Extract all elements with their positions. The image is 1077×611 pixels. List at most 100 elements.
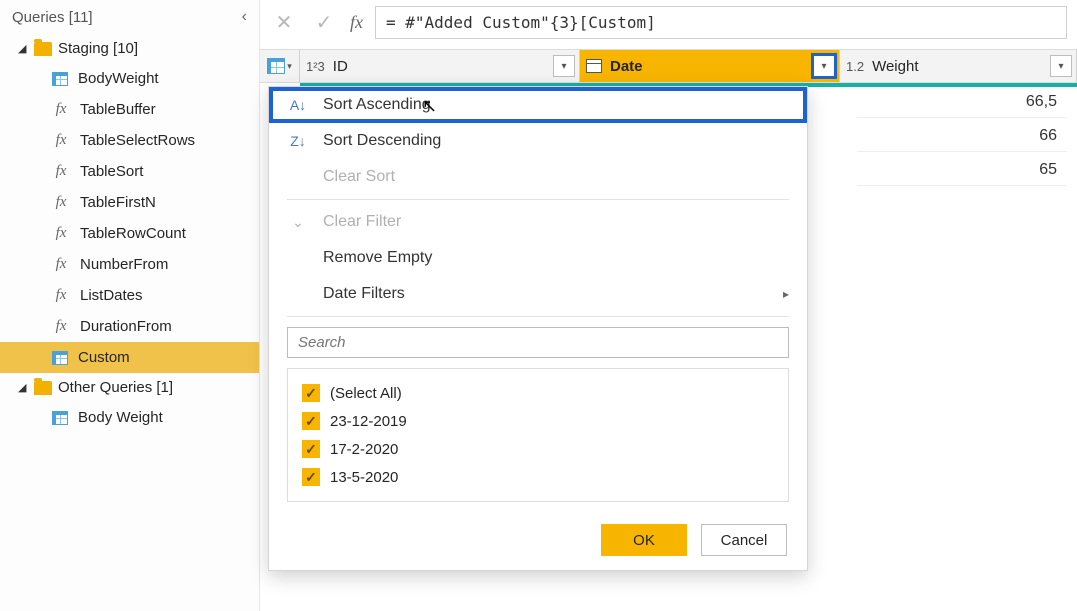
- column-filter-button[interactable]: ▾: [553, 55, 575, 77]
- tree-item-listdates[interactable]: fx ListDates: [0, 280, 259, 311]
- filter-option[interactable]: ✓ 17-2-2020: [300, 435, 776, 463]
- tree-item-label: Custom: [78, 349, 130, 366]
- number-type-icon: 1²3: [306, 59, 325, 74]
- menu-separator: [287, 316, 789, 317]
- menu-item-label: Clear Filter: [323, 213, 401, 231]
- tree-group-other[interactable]: ◢ Other Queries [1]: [0, 373, 259, 402]
- submenu-arrow-icon: ▸: [783, 287, 789, 301]
- column-header-weight[interactable]: 1.2 Weight ▾: [840, 50, 1077, 82]
- filter-search-input[interactable]: [287, 327, 789, 358]
- filter-option-label: 23-12-2019: [330, 413, 407, 430]
- folder-icon: [34, 381, 52, 395]
- formula-input[interactable]: = #"Added Custom"{3}[Custom]: [375, 6, 1067, 39]
- tree-item-custom[interactable]: Custom: [0, 342, 259, 373]
- tree-item-tablesort[interactable]: fx TableSort: [0, 156, 259, 187]
- table-icon: [52, 72, 68, 86]
- cell-weight[interactable]: 65: [857, 155, 1067, 186]
- function-icon: fx: [52, 194, 70, 211]
- column-header-date[interactable]: Date ▾: [580, 50, 840, 82]
- menu-remove-empty[interactable]: Remove Empty: [269, 240, 807, 276]
- group-label: Other Queries [1]: [58, 379, 173, 396]
- row-index-header[interactable]: ▾: [260, 50, 300, 82]
- fx-icon: fx: [350, 12, 363, 33]
- sort-desc-icon: Z↓: [287, 133, 309, 149]
- tree-item-label: TableBuffer: [80, 101, 156, 118]
- tree-item-label: NumberFrom: [80, 256, 168, 273]
- tree-item-label: BodyWeight: [78, 70, 159, 87]
- column-filter-button[interactable]: ▾: [813, 55, 835, 77]
- filter-option-label: 13-5-2020: [330, 469, 398, 486]
- group-label: Staging [10]: [58, 40, 138, 57]
- collapse-pane-icon[interactable]: ‹: [242, 8, 247, 26]
- function-icon: fx: [52, 132, 70, 149]
- caret-down-icon: ◢: [18, 42, 28, 55]
- function-icon: fx: [52, 225, 70, 242]
- cancel-formula-icon[interactable]: ✕: [270, 10, 298, 36]
- tree-item-label: Body Weight: [78, 409, 163, 426]
- decimal-type-icon: 1.2: [846, 59, 864, 74]
- filter-option-label: 17-2-2020: [330, 441, 398, 458]
- tree-item-tableselectrows[interactable]: fx TableSelectRows: [0, 125, 259, 156]
- filter-values-list: ✓ (Select All) ✓ 23-12-2019 ✓ 17-2-2020 …: [287, 368, 789, 502]
- column-label: Weight: [870, 58, 1044, 75]
- function-icon: fx: [52, 163, 70, 180]
- queries-sidebar: Queries [11] ‹ ◢ Staging [10] BodyWeight…: [0, 0, 260, 611]
- grid-header: ▾ 1²3 ID ▾ Date ▾ 1.2 Weight ▾: [260, 49, 1077, 83]
- tree-item-tablefirstn[interactable]: fx TableFirstN: [0, 187, 259, 218]
- menu-clear-sort: Clear Sort: [269, 159, 807, 195]
- tree-item-label: DurationFrom: [80, 318, 172, 335]
- cell-weight[interactable]: 66: [857, 121, 1067, 152]
- column-filter-menu: A↓ Sort Ascending Z↓ Sort Descending Cle…: [268, 86, 808, 571]
- menu-sort-ascending[interactable]: A↓ Sort Ascending: [269, 87, 807, 123]
- menu-sort-descending[interactable]: Z↓ Sort Descending: [269, 123, 807, 159]
- caret-down-icon: ◢: [18, 381, 28, 394]
- ok-button[interactable]: OK: [601, 524, 687, 556]
- tree-item-label: TableFirstN: [80, 194, 156, 211]
- tree-group-staging[interactable]: ◢ Staging [10]: [0, 34, 259, 63]
- commit-formula-icon[interactable]: ✓: [310, 10, 338, 36]
- cell-weight[interactable]: 66,5: [857, 87, 1067, 118]
- filter-option[interactable]: ✓ (Select All): [300, 379, 776, 407]
- cancel-button[interactable]: Cancel: [701, 524, 787, 556]
- menu-date-filters[interactable]: Date Filters ▸: [269, 276, 807, 312]
- checkbox-checked-icon[interactable]: ✓: [302, 384, 320, 402]
- tree-item-tablebuffer[interactable]: fx TableBuffer: [0, 94, 259, 125]
- table-icon: [267, 58, 285, 74]
- function-icon: fx: [52, 101, 70, 118]
- checkbox-checked-icon[interactable]: ✓: [302, 440, 320, 458]
- sort-asc-icon: A↓: [287, 97, 309, 113]
- folder-icon: [34, 42, 52, 56]
- clear-filter-icon: ⌄: [287, 214, 309, 231]
- filter-option[interactable]: ✓ 23-12-2019: [300, 407, 776, 435]
- tree-item-label: TableSelectRows: [80, 132, 195, 149]
- tree-item-tablerowcount[interactable]: fx TableRowCount: [0, 218, 259, 249]
- checkbox-checked-icon[interactable]: ✓: [302, 468, 320, 486]
- tree-item-body-weight[interactable]: Body Weight: [0, 402, 259, 433]
- column-label: Date: [608, 58, 807, 75]
- table-icon: [52, 411, 68, 425]
- checkbox-checked-icon[interactable]: ✓: [302, 412, 320, 430]
- menu-clear-filter: ⌄ Clear Filter: [269, 204, 807, 240]
- tree-item-bodyweight[interactable]: BodyWeight: [0, 63, 259, 94]
- table-icon: [52, 351, 68, 365]
- filter-option[interactable]: ✓ 13-5-2020: [300, 463, 776, 491]
- menu-item-label: Date Filters: [323, 285, 405, 303]
- function-icon: fx: [52, 287, 70, 304]
- function-icon: fx: [52, 256, 70, 273]
- menu-item-label: Remove Empty: [323, 249, 432, 267]
- tree-item-numberfrom[interactable]: fx NumberFrom: [0, 249, 259, 280]
- filter-option-label: (Select All): [330, 385, 402, 402]
- editor-main: ✕ ✓ fx = #"Added Custom"{3}[Custom] ▾ 1²…: [260, 0, 1077, 611]
- tree-item-durationfrom[interactable]: fx DurationFrom: [0, 311, 259, 342]
- queries-title: Queries [11]: [12, 9, 93, 26]
- function-icon: fx: [52, 318, 70, 335]
- menu-item-label: Clear Sort: [323, 168, 395, 186]
- menu-item-label: Sort Ascending: [323, 96, 431, 114]
- formula-bar: ✕ ✓ fx = #"Added Custom"{3}[Custom]: [260, 0, 1077, 49]
- tree-item-label: TableSort: [80, 163, 143, 180]
- tree-item-label: ListDates: [80, 287, 143, 304]
- column-header-id[interactable]: 1²3 ID ▾: [300, 50, 580, 82]
- chevron-down-icon: ▾: [287, 61, 292, 72]
- column-filter-button[interactable]: ▾: [1050, 55, 1072, 77]
- tree-item-label: TableRowCount: [80, 225, 186, 242]
